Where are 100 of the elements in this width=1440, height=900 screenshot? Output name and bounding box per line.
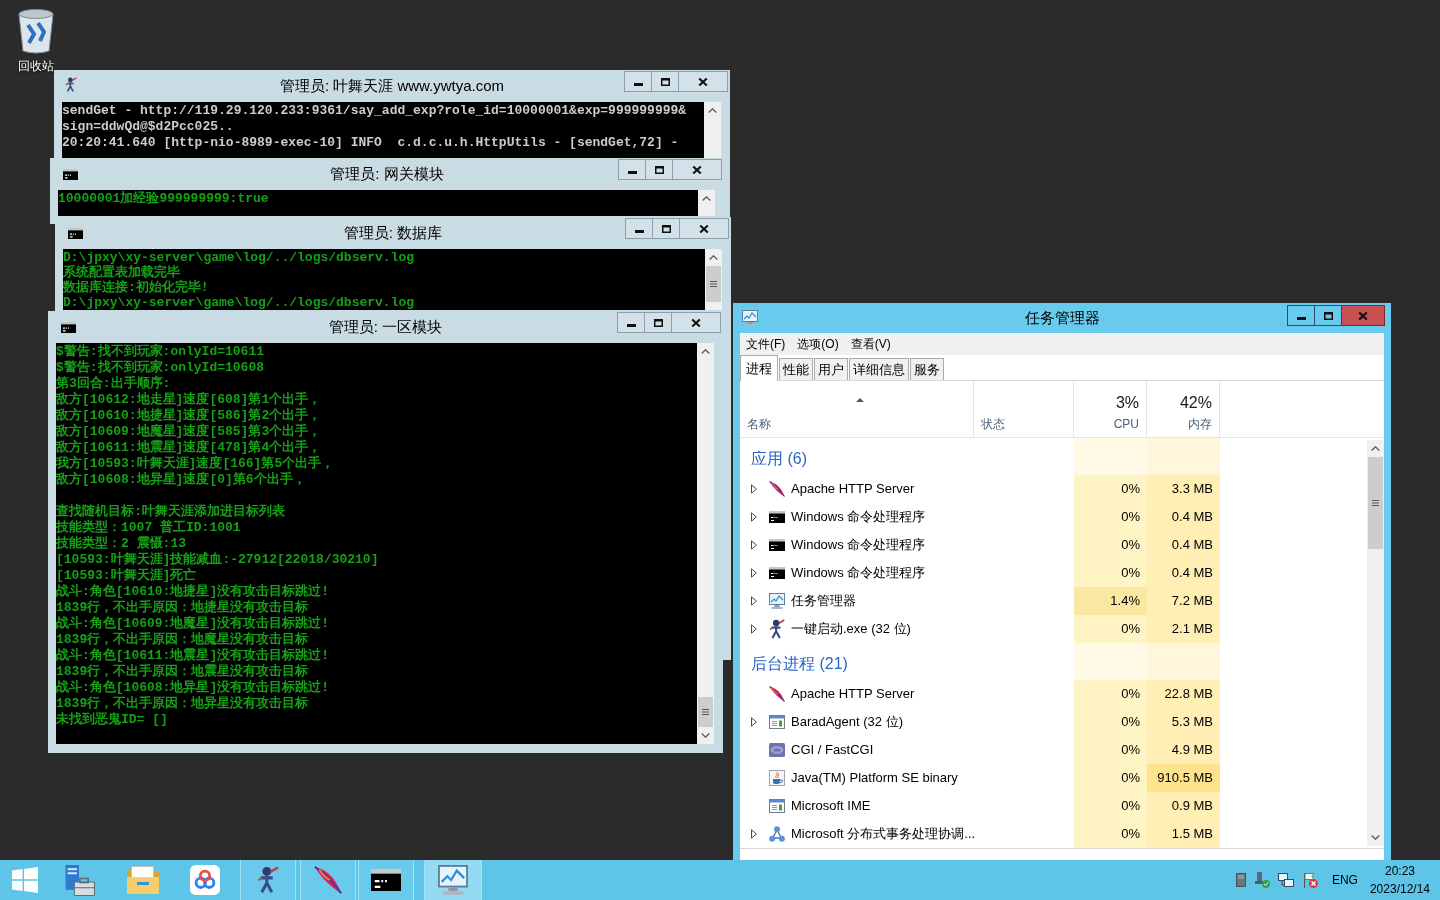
expand-arrow-icon[interactable] (751, 624, 757, 634)
chevron-up-icon[interactable] (701, 349, 710, 354)
expand-arrow-icon[interactable] (751, 568, 757, 578)
memory-usage-cell: 4.9 MB (1147, 736, 1220, 764)
plug-check-icon[interactable] (1253, 872, 1270, 888)
close-button[interactable] (671, 312, 721, 333)
column-header[interactable]: 内存 (1188, 416, 1212, 432)
feather-icon (314, 866, 342, 894)
maximize-button[interactable] (644, 312, 672, 333)
maximize-button[interactable] (1314, 305, 1342, 326)
network-icon[interactable] (1277, 873, 1294, 887)
process-name[interactable]: 任务管理器 (791, 592, 856, 610)
grip-icon (1372, 500, 1379, 506)
process-name[interactable]: Windows 命令处理程序 (791, 508, 926, 526)
expand-arrow-icon[interactable] (751, 717, 757, 727)
memory-usage-cell: 2.1 MB (1147, 615, 1220, 643)
process-name[interactable]: Microsoft 分布式事务处理协调... (791, 825, 976, 843)
chevron-up-icon[interactable] (709, 255, 718, 260)
process-name[interactable]: 一键启动.exe (32 位) (791, 620, 911, 638)
chevron-up-icon[interactable] (708, 108, 717, 113)
scrollbar[interactable] (704, 102, 721, 158)
minimize-button[interactable] (625, 218, 653, 239)
grip-icon (702, 709, 709, 715)
close-button[interactable] (679, 218, 729, 239)
process-name[interactable]: Windows 命令处理程序 (791, 564, 926, 582)
cpu-usage-cell: 0% (1074, 792, 1147, 820)
close-button[interactable] (672, 159, 722, 180)
scrollbar-thumb[interactable] (706, 266, 721, 302)
column-header[interactable]: CPU (1113, 416, 1139, 432)
menu-item[interactable]: 选项(O) (791, 333, 845, 355)
process-name[interactable]: CGI / FastCGI (791, 741, 874, 759)
scrollbar[interactable] (698, 190, 715, 216)
tab[interactable]: 用户 (814, 358, 848, 380)
scrollbar[interactable] (697, 343, 714, 744)
scrollbar[interactable] (705, 249, 722, 310)
minimize-button[interactable] (617, 312, 645, 333)
expand-arrow-icon[interactable] (751, 512, 757, 522)
monitor-chart-icon (742, 310, 758, 326)
close-icon (692, 165, 702, 174)
console-line: sign=ddwQd@$d2Pcc025.. (62, 119, 234, 135)
expand-arrow-icon[interactable] (751, 540, 757, 550)
chevron-up-icon[interactable] (702, 196, 711, 201)
cpu-usage-cell: 0% (1074, 680, 1147, 708)
process-name[interactable]: Apache HTTP Server (791, 685, 915, 703)
language-indicator[interactable]: ENG (1331, 871, 1358, 889)
tab[interactable]: 服务 (910, 358, 944, 380)
usage-total: 3% (1115, 393, 1139, 413)
console-line: 1839行，不出手原因：地震星没有攻击目标 (56, 664, 309, 680)
process-name[interactable]: Java(TM) Platform SE binary (791, 769, 958, 787)
cpu-usage-cell: 0% (1074, 531, 1147, 559)
maximize-icon (660, 77, 670, 86)
scrollbar[interactable] (1367, 440, 1384, 846)
scrollbar-thumb[interactable] (698, 697, 713, 727)
memory-usage-cell: 22.8 MB (1147, 680, 1220, 708)
grip-icon (710, 281, 717, 287)
tab[interactable]: 进程 (740, 355, 778, 381)
terminal-icon (63, 169, 78, 181)
flag-error-icon[interactable] (1301, 872, 1318, 888)
process-name[interactable]: Microsoft IME (791, 797, 871, 815)
taskbar-button[interactable] (240, 860, 296, 900)
feather-icon (769, 481, 785, 497)
rings-app-icon (190, 865, 220, 895)
expand-arrow-icon[interactable] (751, 484, 757, 494)
desktop-icon-label[interactable]: 回收站 (18, 58, 54, 74)
cpu-usage-cell: 0% (1074, 708, 1147, 736)
process-name[interactable]: BaradAgent (32 位) (791, 713, 903, 731)
maximize-button[interactable] (651, 71, 679, 92)
minimize-button[interactable] (618, 159, 646, 180)
expand-arrow-icon[interactable] (751, 829, 757, 839)
menu-item[interactable]: 文件(F) (740, 333, 792, 355)
maximize-button[interactable] (645, 159, 673, 180)
rectangle-icon[interactable] (1235, 873, 1246, 887)
process-name[interactable]: Apache HTTP Server (791, 480, 915, 498)
console-line: 未找到恶鬼ID= [] (56, 712, 168, 728)
column-header[interactable]: 名称 (747, 416, 771, 432)
minimize-icon (626, 324, 636, 327)
menu-item[interactable]: 查看(V) (844, 333, 897, 355)
chevron-down-icon[interactable] (701, 733, 710, 738)
minimize-button[interactable] (1287, 305, 1315, 326)
maximize-button[interactable] (652, 218, 680, 239)
console-line: 系统配置表加载完毕 (63, 265, 180, 280)
chevron-up-icon[interactable] (1371, 446, 1380, 451)
taskbar-button[interactable] (358, 860, 414, 900)
console-line: 敌方[10610:地捷星]速度[586]第2个出手， (56, 408, 322, 423)
expand-arrow-icon[interactable] (751, 596, 757, 606)
tab[interactable]: 详细信息 (849, 358, 909, 380)
minimize-icon (634, 230, 644, 233)
window-title: 管理员: 网关模块 (330, 164, 444, 184)
close-button[interactable] (678, 71, 728, 92)
close-icon (699, 224, 709, 233)
minimize-button[interactable] (624, 71, 652, 92)
clock[interactable]: 20:23 2023/12/14 (1369, 862, 1430, 898)
tab[interactable]: 性能 (779, 358, 813, 380)
console-line: sendGet - http://119.29.120.233:9361/say_add_exp?role_id=10000001&exp=999999999& (62, 103, 687, 119)
chevron-down-icon[interactable] (1371, 835, 1380, 840)
group-header: 应用 (6) (751, 448, 807, 469)
scrollbar-thumb[interactable] (1368, 457, 1383, 549)
process-name[interactable]: Windows 命令处理程序 (791, 536, 926, 554)
column-header[interactable]: 状态 (981, 416, 1005, 432)
recycle-bin-icon[interactable] (17, 8, 55, 54)
